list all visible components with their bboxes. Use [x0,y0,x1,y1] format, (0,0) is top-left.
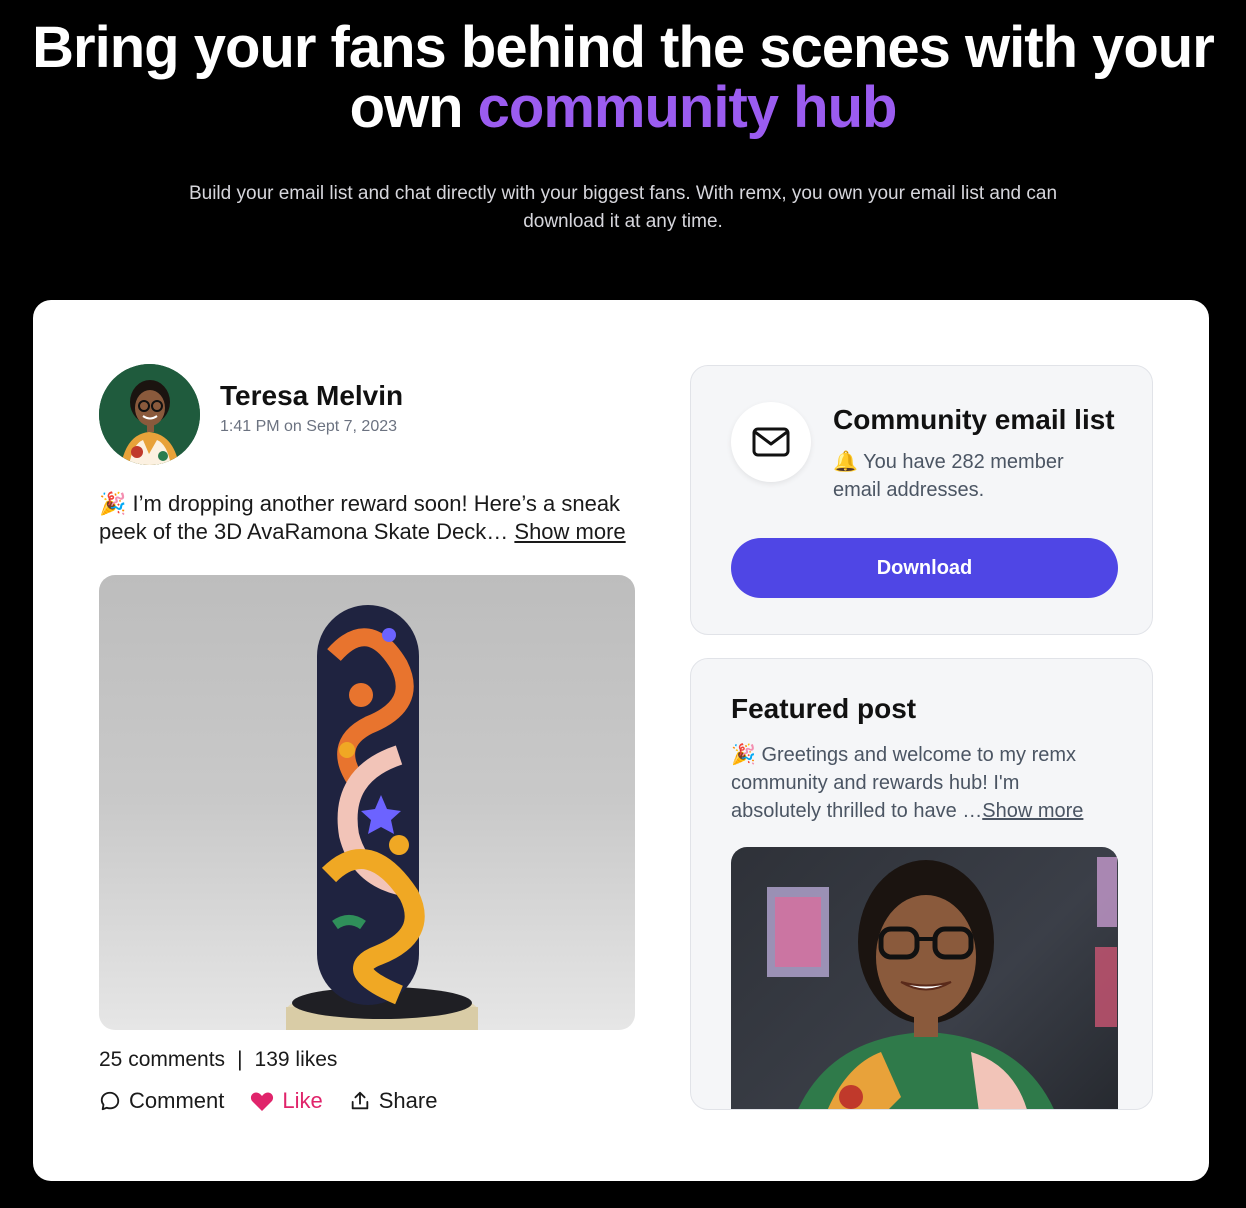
email-list-description: 🔔 You have 282 member email addresses. [833,448,1093,504]
comments-count[interactable]: 25 comments [99,1048,225,1071]
likes-count[interactable]: 139 likes [255,1048,338,1071]
share-icon [351,1091,368,1110]
like-button[interactable]: Like [250,1088,323,1114]
share-label: Share [378,1088,438,1113]
share-button[interactable]: Share [349,1088,438,1114]
party-emoji: 🎉 [99,491,127,516]
post-actions: Comment Like Share [99,1088,437,1114]
comment-label: Comment [129,1088,225,1113]
hero-title: Bring your fans behind the scenes with y… [0,18,1246,138]
show-more-link[interactable]: Show more [514,519,625,544]
featured-post-panel: Featured post 🎉 Greetings and welcome to… [690,658,1153,1110]
community-card: Teresa Melvin 1:41 PM on Sept 7, 2023 🎉 … [33,300,1209,1181]
like-label: Like [282,1088,323,1113]
featured-post-text: 🎉 Greetings and welcome to my remx commu… [731,741,1111,825]
hero-subtitle: Build your email list and chat directly … [188,183,1058,232]
bell-icon: 🔔 [833,451,858,473]
skate-deck-illustration [286,605,478,1030]
avatar-portrait-icon [99,364,200,465]
post-timestamp: 1:41 PM on Sept 7, 2023 [220,418,398,435]
featured-portrait-illustration [767,857,1117,1109]
author-avatar [99,364,200,465]
mail-icon-circle [731,402,811,482]
featured-post-title: Featured post [731,693,917,724]
hero-title-line2: own community hub [0,78,1246,138]
comment-button[interactable]: Comment [99,1088,224,1114]
featured-show-more-link[interactable]: Show more [982,800,1083,822]
member-count-text: You have 282 member email addresses. [833,451,1064,501]
featured-party-emoji: 🎉 [731,744,756,766]
post-text: 🎉 I’m dropping another reward soon! Here… [99,490,639,546]
skate-deck-image[interactable] [99,575,635,1030]
hero-title-accent: community hub [477,75,898,140]
hero-title-line1: Bring your fans behind the scenes with y… [32,15,1215,80]
heart-icon [251,1092,274,1111]
featured-post-image[interactable] [731,847,1118,1109]
stats-separator: | [237,1048,243,1071]
post-stats: 25 comments | 139 likes [99,1048,337,1072]
hero-title-plain: own [349,75,478,140]
download-button[interactable]: Download [731,538,1118,598]
email-list-title: Community email list [833,404,1115,435]
email-list-panel: Community email list 🔔 You have 282 memb… [690,365,1153,635]
envelope-icon [752,427,790,457]
author-name[interactable]: Teresa Melvin [220,380,403,412]
comment-icon [100,1091,120,1111]
